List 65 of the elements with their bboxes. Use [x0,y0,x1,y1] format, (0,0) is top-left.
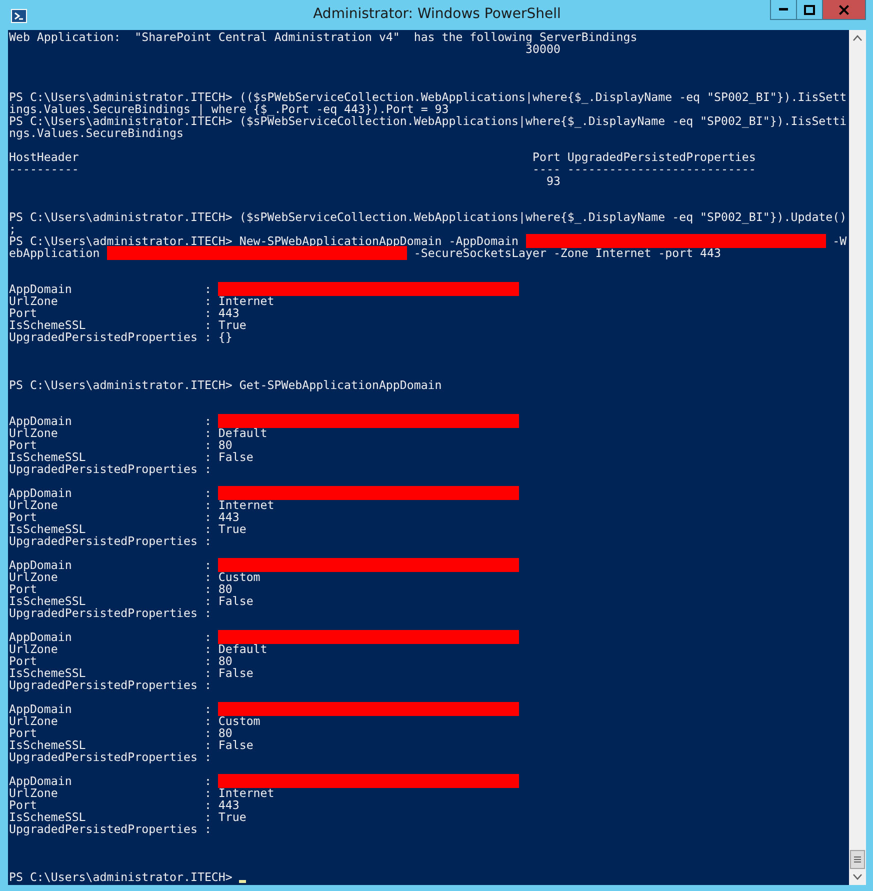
console-line: Port : 80 [9,727,232,739]
minimize-button[interactable] [770,0,797,20]
prompt: PS C:\Users\administrator.ITECH> [9,871,234,883]
console-line: UrlZone : Internet [9,787,274,799]
console-line: UrlZone : Default [9,427,268,439]
console-line: IsSchemeSSL : True [9,319,246,331]
console-line: -SecureSocketsLayer -Zone Internet -port 443 [412,247,721,259]
console-line: UrlZone : Custom [9,715,260,727]
console-line: AppDomain : [9,415,212,427]
maximize-icon [804,4,815,14]
console-line: Port : 443 [9,511,240,523]
console-line: UpgradedPersistedProperties : [9,607,212,619]
console-line: HostHeader Port UpgradedPersistedProperties [9,151,756,163]
close-icon [839,4,849,14]
console-line: Web Application: "SharePoint Central Administration v4" has the following ServerBindings [9,31,638,43]
console-line: IsSchemeSSL : False [9,739,254,751]
text-cursor [239,880,246,883]
console-line: UrlZone : Custom [9,571,260,583]
console-line: PS C:\Users\administrator.ITECH> ($sPWebServiceCollection.WebApplications|where{$_.DisplayName -eq "SP002_BI"}).Update() [9,211,847,223]
console-line: AppDomain : [9,775,212,787]
console-line: UrlZone : Internet [9,295,274,307]
console-line: 93 [545,175,560,187]
console-line: Port : 80 [9,655,232,667]
console-line: AppDomain : [9,487,212,499]
console-line: UpgradedPersistedProperties : [9,463,212,475]
console-line: UpgradedPersistedProperties : [9,679,212,691]
console-line: Port : 80 [9,583,232,595]
console-line: Port : 443 [9,307,240,319]
console-line: UpgradedPersistedProperties : [9,751,212,763]
window-title: Administrator: Windows PowerShell [313,6,561,22]
scroll-down-icon[interactable] [853,874,862,880]
console-line: AppDomain : [9,703,212,715]
minimize-icon [779,8,788,11]
scroll-thumb[interactable] [850,850,865,869]
console-line: 30000 [526,43,560,55]
console-line: PS C:\Users\administrator.ITECH> Get-SPWebApplicationAppDomain [9,379,442,391]
console-line: PS C:\Users\administrator.ITECH> (($sPWebServiceCollection.WebApplications|where{$_.DisplayName -eq "SP002_BI"}).IisSett [9,91,847,103]
console-line: PS C:\Users\administrator.ITECH> New-SPWebApplicationAppDomain -AppDomain [9,235,520,247]
scrollbar[interactable] [849,30,866,885]
console-line: -W [832,235,847,247]
console-line: UrlZone : Internet [9,499,274,511]
console-line: UpgradedPersistedProperties : {} [9,331,232,343]
console-line: AppDomain : [9,283,212,295]
console-line: UrlZone : Default [9,643,268,655]
powershell-icon [11,9,27,23]
console-line: UpgradedPersistedProperties : [9,535,212,547]
console-line: PS C:\Users\administrator.ITECH> ($sPWebServiceCollection.WebApplications|where{$_.DisplayName -eq "SP002_BI"}).IisSetti [9,115,847,127]
console-line: UpgradedPersistedProperties : [9,823,212,835]
close-button[interactable] [822,0,866,20]
console-line: Port : 443 [9,799,240,811]
grip-icon [854,856,861,863]
console-line: IsSchemeSSL : False [9,595,254,607]
console-line: IsSchemeSSL : True [9,523,246,535]
console-line: ngs.Values.SecureBindings [9,127,184,139]
scroll-up-icon[interactable] [853,35,862,41]
console-line: ; [9,223,16,235]
console-line: ---------- ---- --------------------------- [9,163,756,175]
console-line: IsSchemeSSL : False [9,667,254,679]
console-line: IsSchemeSSL : True [9,811,246,823]
console-line: AppDomain : [9,631,212,643]
console-line: ings.Values.SecureBindings | where {$_.Port -eq 443}).Port = 93 [9,103,449,115]
console-line: AppDomain : [9,559,212,571]
console-line: IsSchemeSSL : False [9,451,254,463]
console-line: ebApplication [9,247,100,259]
console-line: Port : 80 [9,439,232,451]
